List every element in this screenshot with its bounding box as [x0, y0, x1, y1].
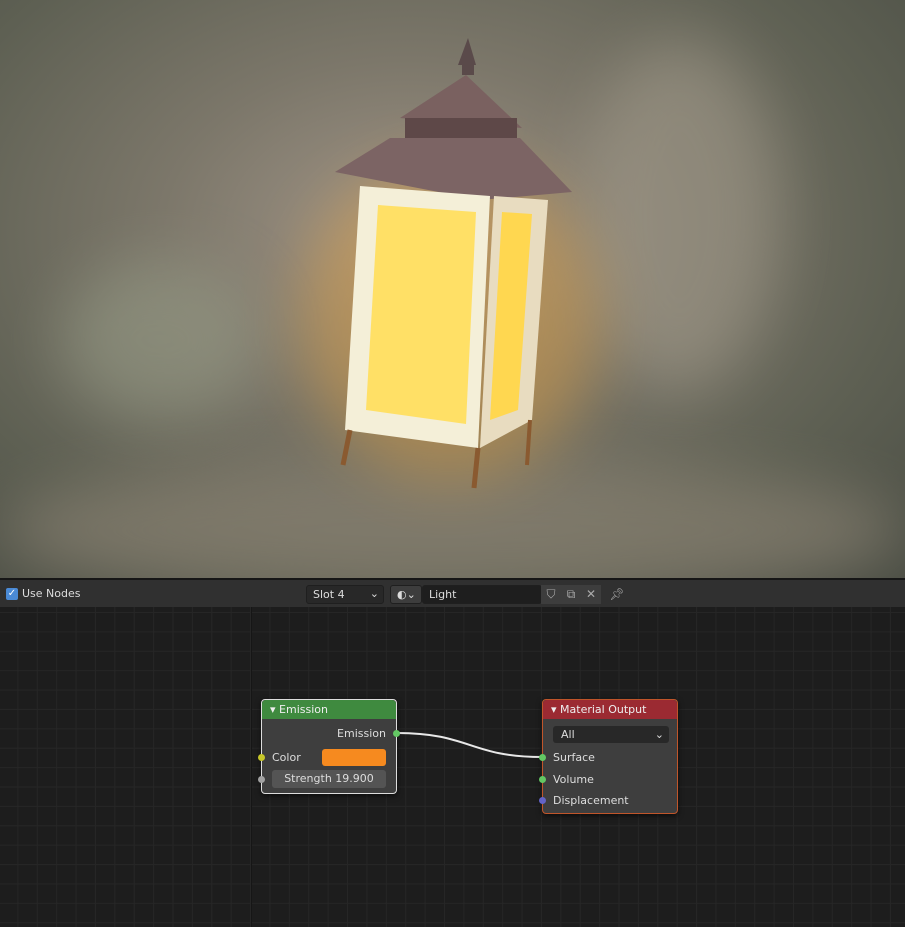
chevron-down-icon: ⌄ — [369, 587, 379, 600]
volume-label: Volume — [553, 773, 594, 786]
emission-node-header[interactable]: ▾ Emission — [262, 700, 396, 719]
target-value: All — [561, 728, 575, 741]
node-editor-canvas[interactable]: ▾ Emission Emission Color Strength 19.90… — [0, 607, 905, 927]
material-output-header[interactable]: ▾ Material Output — [543, 700, 677, 719]
material-name: Light — [429, 588, 457, 601]
slot-value: Slot 4 — [313, 588, 345, 601]
material-sphere-icon: ◐⌄ — [397, 588, 416, 601]
emission-node[interactable]: ▾ Emission Emission Color Strength 19.90… — [258, 699, 400, 794]
chevron-down-icon: ⌄ — [654, 728, 664, 741]
node-editor-header: ✓ Use Nodes Slot 4 ⌄ ◐⌄ Light ⛉ ⧉ ✕ 📌︎ — [0, 578, 905, 607]
strength-value: 19.900 — [335, 772, 374, 785]
surface-input-socket[interactable] — [539, 754, 546, 761]
slot-dropdown[interactable]: Slot 4 ⌄ — [306, 585, 384, 604]
duplicate-material-icon[interactable]: ⧉ — [561, 585, 581, 604]
material-name-field[interactable]: Light — [422, 585, 542, 604]
strength-label: Strength — [284, 772, 332, 785]
material-output-node[interactable]: ▾ Material Output All ⌄ Surface Volume Di… — [539, 699, 678, 814]
surface-label: Surface — [553, 751, 595, 764]
material-browse-button[interactable]: ◐⌄ — [390, 585, 422, 604]
use-nodes-label: Use Nodes — [22, 587, 81, 600]
node-title: Emission — [279, 703, 328, 716]
fake-user-shield-icon[interactable]: ⛉ — [541, 585, 561, 604]
color-swatch[interactable] — [322, 749, 386, 766]
color-input-socket[interactable] — [258, 754, 265, 761]
target-dropdown[interactable]: All ⌄ — [553, 726, 669, 743]
3d-viewport[interactable] — [0, 0, 905, 578]
volume-input-socket[interactable] — [539, 776, 546, 783]
lantern-render — [335, 38, 572, 489]
node-title: Material Output — [560, 703, 647, 716]
node-link — [396, 732, 543, 758]
emission-output-label: Emission — [337, 727, 386, 740]
emission-output-socket[interactable] — [393, 730, 400, 737]
pin-icon[interactable]: 📌︎ — [607, 585, 627, 604]
unlink-close-icon[interactable]: ✕ — [581, 585, 601, 604]
use-nodes-checkbox[interactable]: ✓ — [6, 588, 18, 600]
strength-input-socket[interactable] — [258, 776, 265, 783]
color-label: Color — [272, 751, 301, 764]
displacement-input-socket[interactable] — [539, 797, 546, 804]
displacement-label: Displacement — [553, 794, 629, 807]
strength-field[interactable]: Strength 19.900 — [272, 770, 386, 788]
